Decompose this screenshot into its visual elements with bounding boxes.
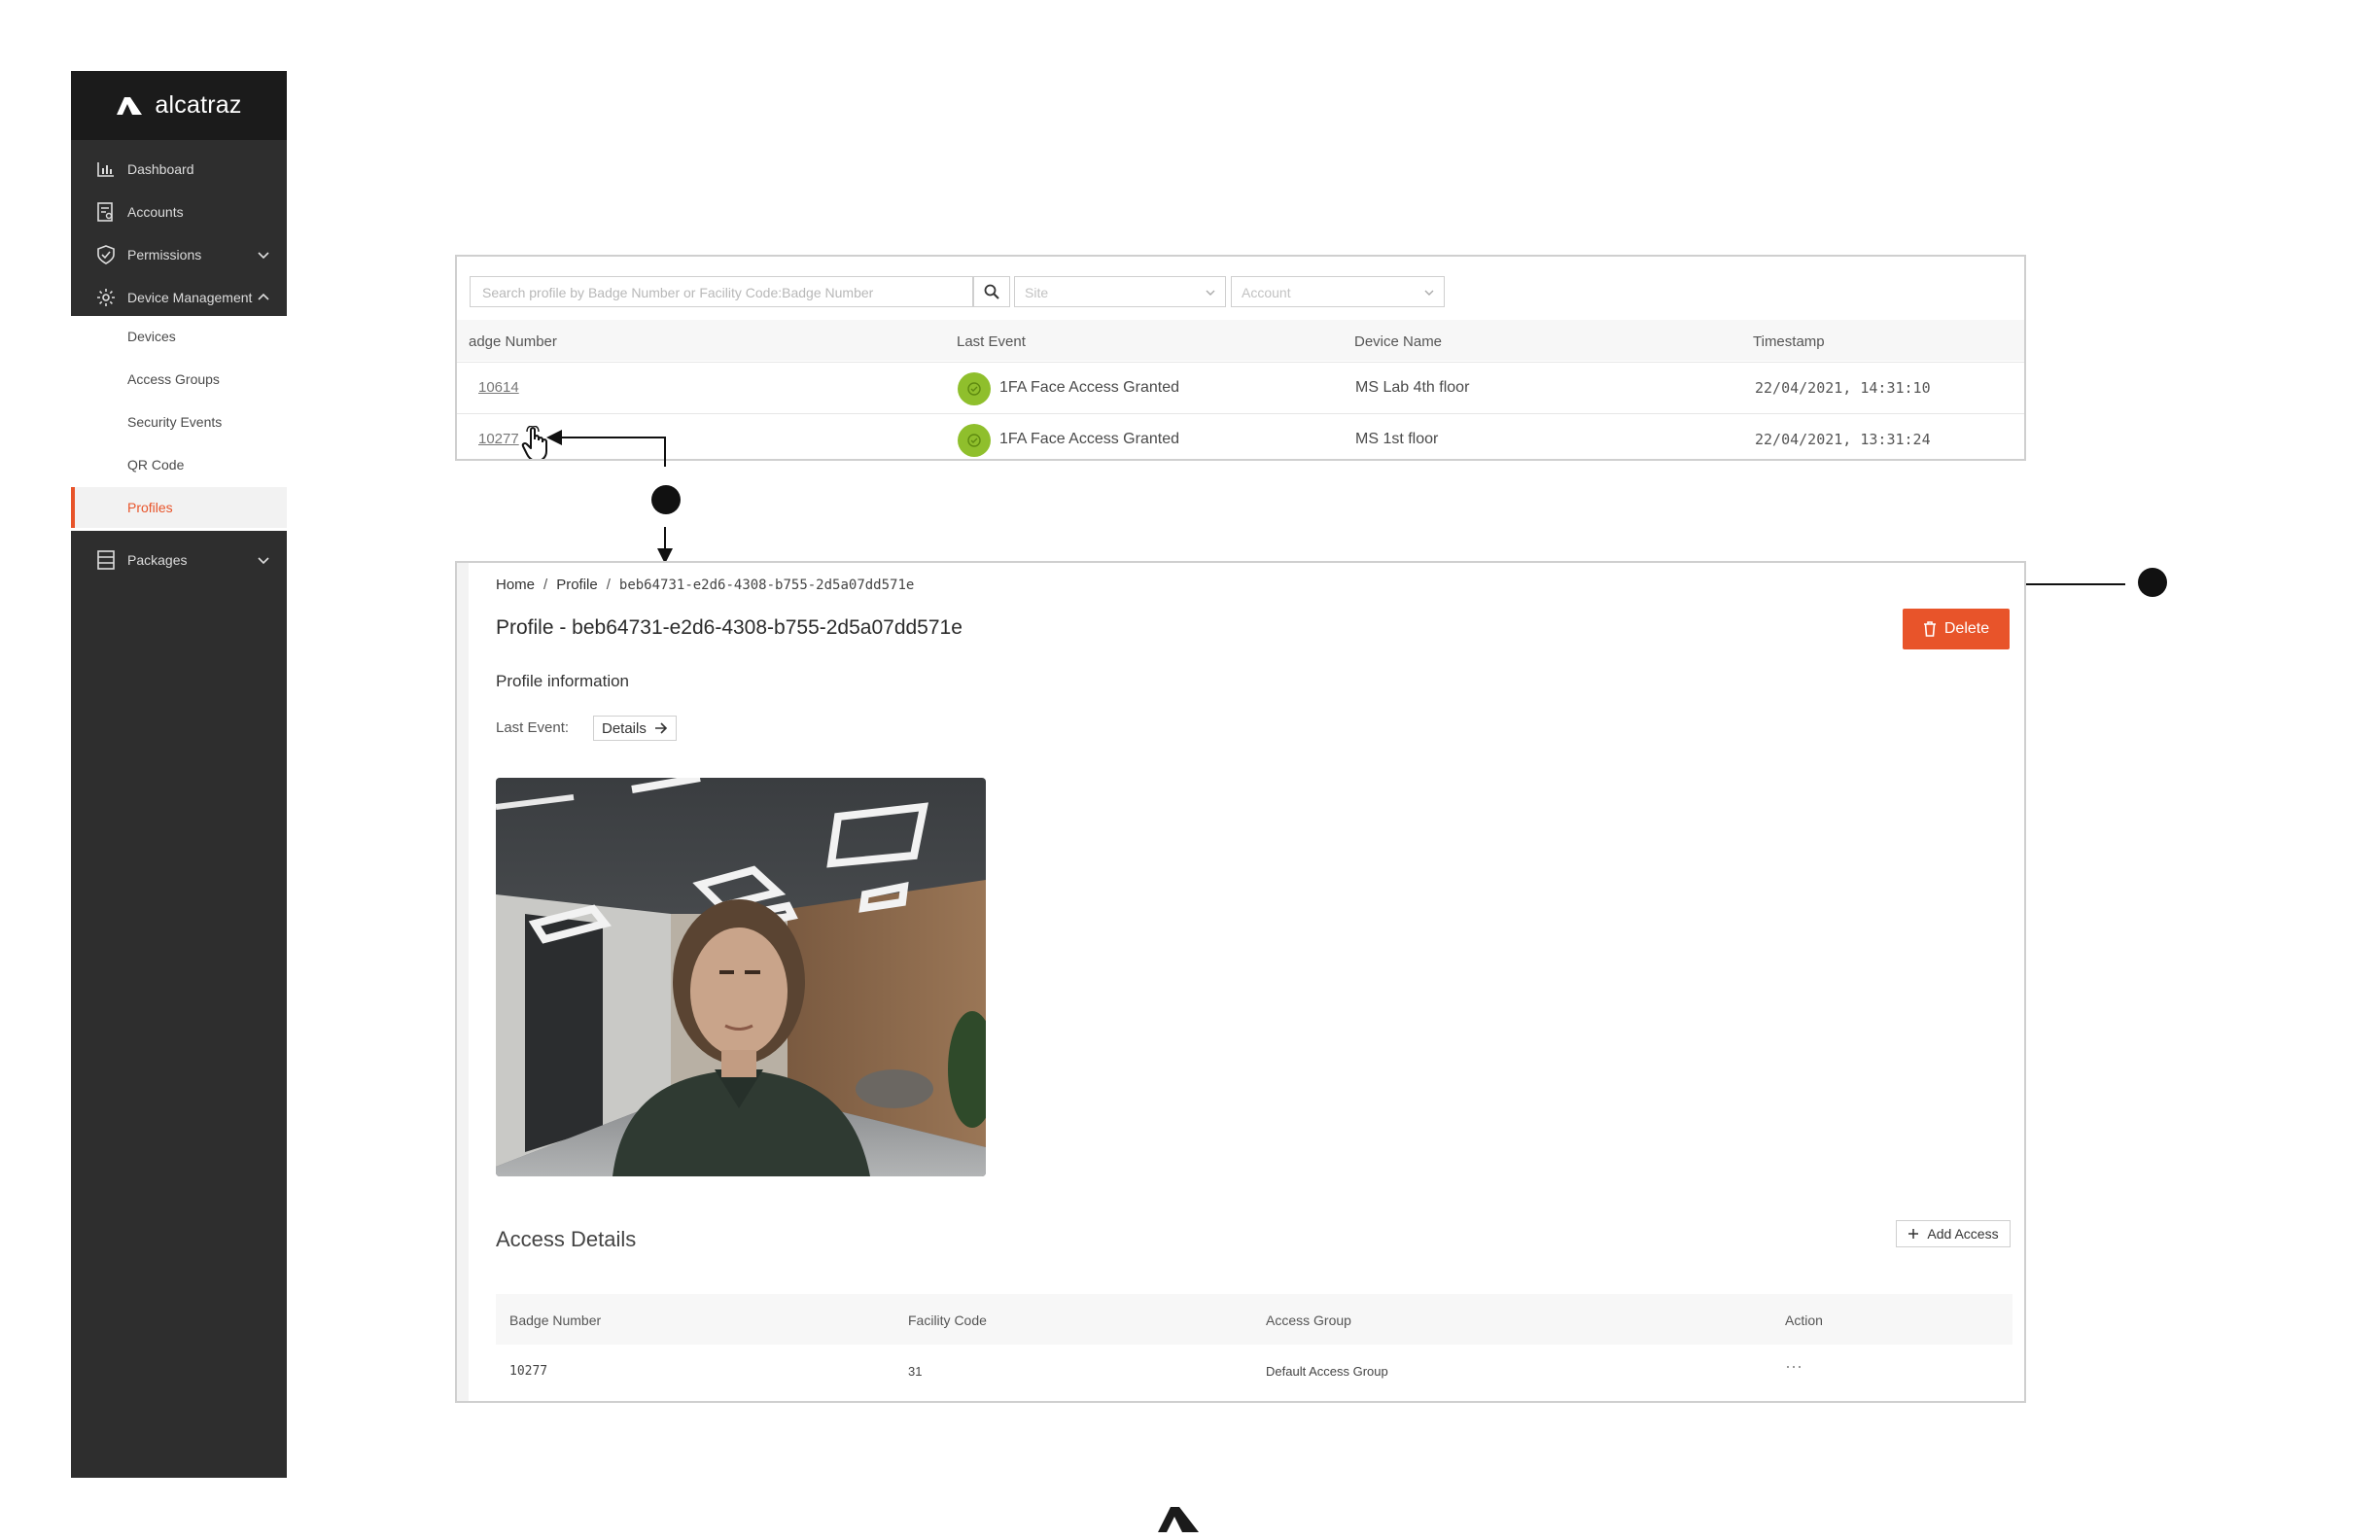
plus-icon (1908, 1229, 1919, 1239)
breadcrumb: Home / Profile / beb64731-e2d6-4308-b755-2d5… (496, 577, 914, 593)
details-button-label: Details (602, 719, 647, 737)
column-header-access-group[interactable]: Access Group (1266, 1312, 1351, 1328)
add-access-button-label: Add Access (1927, 1226, 1999, 1242)
column-header-badge-number[interactable]: Badge Number (509, 1312, 601, 1328)
arrow-right-icon (654, 722, 667, 734)
access-badge-number: 10277 (509, 1364, 548, 1379)
alcatraz-footer-logo-icon (1158, 1507, 1199, 1532)
breadcrumb-profile[interactable]: Profile (556, 577, 598, 593)
profile-information-label: Profile information (496, 672, 630, 690)
last-event-label: Last Event: (496, 719, 570, 736)
annotation-marker (651, 485, 681, 514)
page-title: Profile - beb64731-e2d6-4308-b755-2d5a07… (496, 616, 962, 639)
delete-button-label: Delete (1943, 620, 1990, 637)
breadcrumb-separator: / (543, 577, 548, 593)
breadcrumb-home[interactable]: Home (496, 577, 535, 593)
trash-icon (1923, 621, 1936, 637)
panel-left-strip (457, 563, 469, 1401)
table-row: 10277 31 Default Access Group ··· (496, 1345, 2012, 1395)
breadcrumb-separator: / (606, 577, 611, 593)
profile-panel: Home / Profile / beb64731-e2d6-4308-b755-2d5… (455, 561, 2026, 1403)
profile-photo (496, 778, 986, 1176)
add-access-button[interactable]: Add Access (1896, 1220, 2011, 1247)
access-facility-code: 31 (908, 1364, 923, 1379)
column-header-action: Action (1785, 1312, 1823, 1328)
breadcrumb-current: beb64731-e2d6-4308-b755-2d5a07dd571e (618, 578, 915, 593)
details-button[interactable]: Details (593, 716, 677, 741)
row-actions-menu[interactable]: ··· (1785, 1356, 1802, 1377)
annotation-marker (2138, 568, 2167, 597)
column-header-facility-code[interactable]: Facility Code (908, 1312, 987, 1328)
delete-button[interactable]: Delete (1903, 609, 2010, 649)
access-group-name: Default Access Group (1266, 1364, 1388, 1379)
access-table-header: Badge Number Facility Code Access Group … (496, 1294, 2012, 1345)
access-details-title: Access Details (496, 1227, 637, 1251)
